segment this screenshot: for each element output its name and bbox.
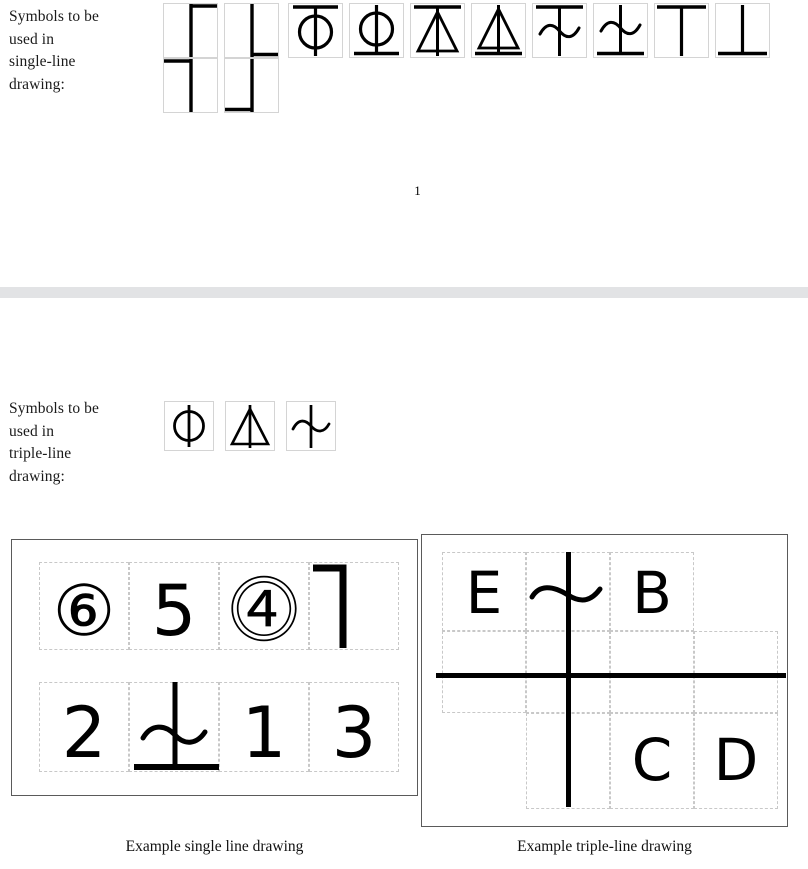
symbol-tile-vertical-line-bottom-left-bar xyxy=(224,58,279,113)
symbol-tile-triangle-with-top-bar xyxy=(410,3,465,58)
example-triple-line-frame: E B C D xyxy=(421,534,788,827)
symbol-tile-circle-with-bottom-bar xyxy=(349,3,404,58)
glyph-double-circled-4: ⓸ xyxy=(229,570,299,652)
symbol-tile-triple-circle xyxy=(164,401,214,451)
glyph-sine-symbol xyxy=(529,585,603,603)
symbol-tile-tee-top-bar xyxy=(654,3,709,58)
cross-horizontal-line xyxy=(436,673,786,678)
example-triple-line-caption: Example triple-line drawing xyxy=(517,838,692,855)
glyph-sine-with-bottom-bar xyxy=(134,682,219,770)
triple-line-symbols-label: Symbols to be used in triple-line drawin… xyxy=(9,398,159,488)
example-single-line-caption: Example single line drawing xyxy=(125,838,304,855)
grid-cell xyxy=(610,631,694,713)
symbol-tile-circle-with-top-bar xyxy=(288,3,343,58)
single-line-symbols-label-line-2: used in xyxy=(9,30,55,48)
single-line-symbols-label-line-4: drawing: xyxy=(9,75,65,93)
glyph-5: 5 xyxy=(151,570,197,652)
symbol-tile-triple-sine xyxy=(286,401,336,451)
symbol-tile-vertical-line-top-left-bar xyxy=(163,58,218,113)
single-line-symbols-label-line-1: Symbols to be xyxy=(9,8,100,25)
symbol-tile-vertical-line-bottom-right-bar xyxy=(224,3,279,58)
grid-cell xyxy=(694,631,778,713)
symbol-tile-triple-triangle xyxy=(225,401,275,451)
single-line-symbols-label: Symbols to be used in single-line drawin… xyxy=(9,6,154,96)
symbol-tile-triangle-with-bottom-bar xyxy=(471,3,526,58)
grid-cell xyxy=(442,631,526,713)
glyph-B: B xyxy=(632,559,672,627)
symbol-tile-tee-bottom-bar xyxy=(715,3,770,58)
glyph-circled-6: ⑥ xyxy=(52,570,116,652)
symbol-tile-vertical-line-top-right-bar xyxy=(163,3,218,58)
page-number: 1 xyxy=(414,183,421,198)
triple-line-symbols-label-line-1: Symbols to be xyxy=(9,400,100,417)
glyph-C: C xyxy=(631,726,673,794)
glyph-3: 3 xyxy=(331,692,377,774)
glyph-1: 1 xyxy=(241,692,287,774)
symbol-tile-sine-wave-with-bottom-bar xyxy=(593,3,648,58)
glyph-D: D xyxy=(713,726,759,794)
triple-line-symbols-label-line-4: drawing: xyxy=(9,467,65,485)
glyph-2: 2 xyxy=(61,692,107,774)
triple-line-symbols-label-line-3: triple-line xyxy=(9,445,72,462)
example-single-line-frame: ⑥ 5 ⓸ 2 1 3 xyxy=(11,539,418,796)
glyph-corner-mark xyxy=(313,564,347,648)
page-divider xyxy=(0,287,808,298)
glyph-E: E xyxy=(465,559,503,627)
triple-line-symbols-label-line-2: used in xyxy=(9,422,55,440)
single-line-symbols-label-line-3: single-line xyxy=(9,53,76,70)
symbol-tile-sine-wave-with-top-bar xyxy=(532,3,587,58)
